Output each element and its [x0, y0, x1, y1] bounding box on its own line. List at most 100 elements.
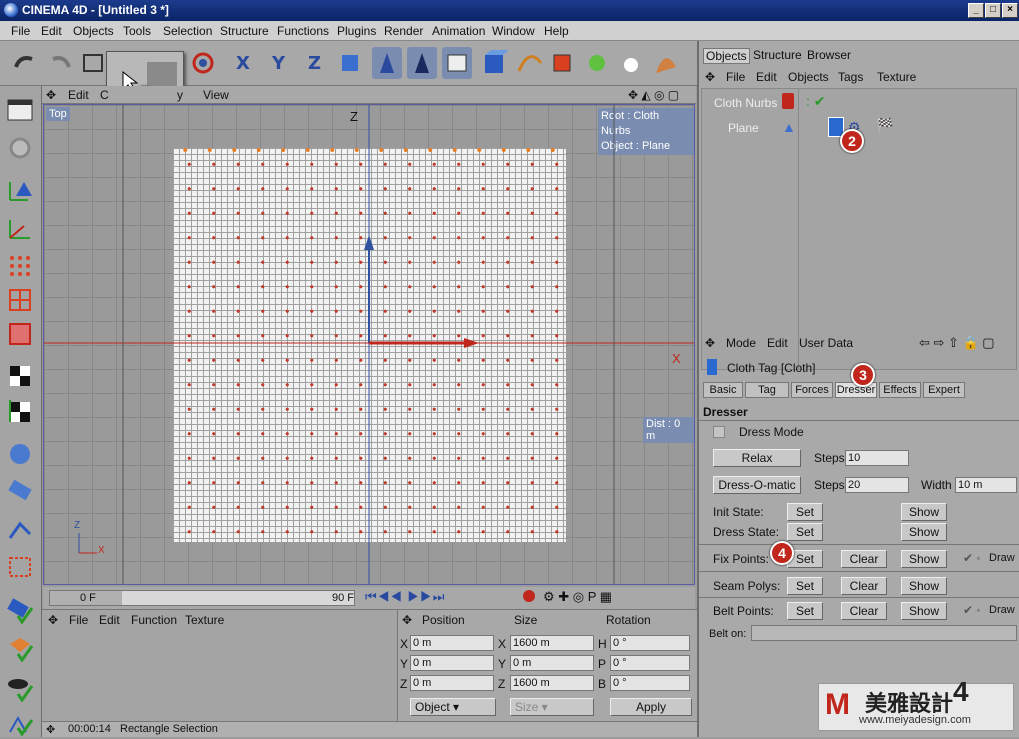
- menu-file[interactable]: File: [11, 24, 30, 38]
- menu-selection[interactable]: Selection: [163, 24, 212, 38]
- tab-browser[interactable]: Browser: [807, 48, 851, 62]
- attr-menu-userdata[interactable]: User Data: [799, 336, 853, 350]
- coord-move-icon[interactable]: ✥: [402, 613, 412, 627]
- y-axis-lock-icon[interactable]: Y: [266, 47, 296, 79]
- record-icon[interactable]: [523, 590, 535, 602]
- keyframe-tools-icon[interactable]: ⚙ ✚ ◎ P ▦: [543, 589, 612, 605]
- belt-points-show-button[interactable]: Show: [901, 602, 947, 620]
- attr-menu-edit[interactable]: Edit: [767, 336, 788, 350]
- rotation-h-field[interactable]: 0 °: [610, 635, 690, 651]
- attr-menu-mode[interactable]: Mode: [726, 336, 756, 350]
- init-state-set-button[interactable]: Set: [787, 503, 823, 521]
- texture-checker-icon[interactable]: [6, 362, 34, 390]
- attr-tab-effects[interactable]: Effects: [879, 382, 921, 398]
- size-z-field[interactable]: 1600 m: [510, 675, 594, 691]
- init-state-show-button[interactable]: Show: [901, 503, 947, 521]
- render-view-icon[interactable]: [6, 634, 34, 663]
- light-icon[interactable]: [616, 47, 646, 79]
- rotation-p-field[interactable]: 0 °: [610, 655, 690, 671]
- cog-icon[interactable]: [6, 134, 34, 162]
- rotation-b-field[interactable]: 0 °: [610, 675, 690, 691]
- attr-tab-expert[interactable]: Expert: [923, 382, 965, 398]
- viewport-menu-view[interactable]: View: [203, 88, 229, 102]
- fix-points-show-button[interactable]: Show: [901, 550, 947, 568]
- obj-move-icon[interactable]: ✥: [705, 70, 715, 84]
- viewport-pan-icon[interactable]: ✥ ◭ ◎ ▢: [628, 88, 679, 102]
- object-axis-icon[interactable]: [6, 214, 34, 242]
- points-mode-icon[interactable]: [6, 252, 34, 280]
- object-plane[interactable]: Plane: [728, 121, 759, 135]
- position-x-field[interactable]: 0 m: [410, 635, 494, 651]
- menu-functions[interactable]: Functions: [277, 24, 329, 38]
- array-icon[interactable]: [582, 47, 612, 79]
- axis-icon[interactable]: [6, 176, 34, 204]
- obj-menu-edit[interactable]: Edit: [756, 70, 777, 84]
- render-settings-icon[interactable]: [6, 674, 34, 703]
- scene-icon[interactable]: [650, 47, 680, 79]
- redo-icon[interactable]: [45, 47, 75, 79]
- seam-polys-show-button[interactable]: Show: [901, 577, 947, 595]
- render-queue-icon[interactable]: [6, 708, 34, 737]
- fix-points-draw-check-icon[interactable]: ✔ ◦: [963, 551, 981, 565]
- rotate-icon[interactable]: [188, 47, 218, 79]
- belt-points-set-button[interactable]: Set: [787, 602, 823, 620]
- polygons-mode-icon[interactable]: [6, 320, 34, 348]
- seam-polys-set-button[interactable]: Set: [787, 577, 823, 595]
- obj-menu-tags[interactable]: Tags: [838, 70, 863, 84]
- obj-menu-texture[interactable]: Texture: [877, 70, 916, 84]
- dress-state-show-button[interactable]: Show: [901, 523, 947, 541]
- position-z-field[interactable]: 0 m: [410, 675, 494, 691]
- undo-icon[interactable]: [10, 47, 40, 79]
- fix-points-clear-button[interactable]: Clear: [841, 550, 887, 568]
- morph-icon[interactable]: [6, 552, 34, 580]
- dress-mode-checkbox[interactable]: [713, 426, 725, 438]
- spline-icon[interactable]: [515, 47, 545, 79]
- model-mode-icon[interactable]: [372, 47, 402, 79]
- dress-state-set-button[interactable]: Set: [787, 523, 823, 541]
- menu-objects[interactable]: Objects: [73, 24, 114, 38]
- viewport-top[interactable]: Top Root : Cloth Nurbs Object : Plane Z …: [43, 104, 695, 585]
- viewport-move-icon[interactable]: ✥: [46, 88, 56, 102]
- size-y-field[interactable]: 0 m: [510, 655, 594, 671]
- attr-tab-basic[interactable]: Basic: [703, 382, 743, 398]
- nurbs-icon[interactable]: [548, 47, 578, 79]
- dress-steps-field[interactable]: 20: [845, 477, 909, 493]
- render-check-icon[interactable]: [6, 596, 34, 625]
- layout-icon[interactable]: [6, 96, 34, 124]
- obj-menu-file[interactable]: File: [726, 70, 745, 84]
- menu-edit[interactable]: Edit: [41, 24, 62, 38]
- size-x-field[interactable]: 1600 m: [510, 635, 594, 651]
- size-select[interactable]: Size ▾: [510, 698, 594, 716]
- sculpt-icon[interactable]: [6, 440, 34, 468]
- apply-button[interactable]: Apply: [610, 698, 692, 716]
- attr-tab-forces[interactable]: Forces: [791, 382, 833, 398]
- tab-structure[interactable]: Structure: [753, 48, 802, 62]
- maximize-button[interactable]: □: [985, 3, 1001, 18]
- belt-points-draw-check-icon[interactable]: ✔ ◦: [963, 603, 981, 617]
- width-field[interactable]: 10 m: [955, 477, 1017, 493]
- material-menu-file[interactable]: File: [69, 613, 88, 627]
- cube-object-icon[interactable]: [481, 47, 511, 79]
- mode-select[interactable]: Object ▾: [410, 698, 496, 716]
- viewport-menu-cameras[interactable]: C: [100, 88, 109, 102]
- close-button[interactable]: ×: [1002, 3, 1018, 18]
- relax-button[interactable]: Relax: [713, 449, 801, 467]
- menu-animation[interactable]: Animation: [432, 24, 485, 38]
- viewport-menu-edit[interactable]: Edit: [68, 88, 89, 102]
- belt-on-field[interactable]: [751, 625, 1017, 641]
- menu-render[interactable]: Render: [384, 24, 423, 38]
- menu-help[interactable]: Help: [544, 24, 569, 38]
- x-axis-lock-icon[interactable]: X: [230, 47, 260, 79]
- minimize-button[interactable]: _: [968, 3, 984, 18]
- joint-icon[interactable]: [6, 514, 34, 542]
- belt-points-clear-button[interactable]: Clear: [841, 602, 887, 620]
- z-axis-lock-icon[interactable]: Z: [302, 47, 332, 79]
- texture-mode-icon[interactable]: [442, 47, 472, 79]
- object-cloth-nurbs[interactable]: Cloth Nurbs: [714, 96, 777, 110]
- cloth-nurbs-enabled-check-icon[interactable]: : ✔: [806, 93, 826, 110]
- menu-window[interactable]: Window: [492, 24, 535, 38]
- dress-o-matic-button[interactable]: Dress-O-matic: [713, 476, 801, 494]
- tab-objects[interactable]: Objects: [703, 48, 750, 64]
- object-mode-icon[interactable]: [407, 47, 437, 79]
- material-menu-texture[interactable]: Texture: [185, 613, 224, 627]
